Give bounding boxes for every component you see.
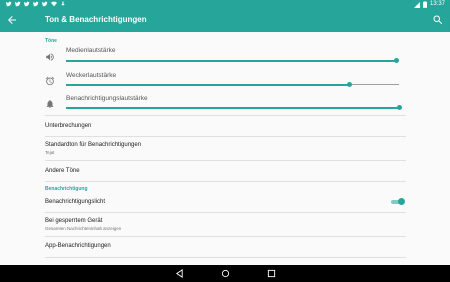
navigation-bar: [0, 265, 450, 282]
slider-thumb[interactable]: [394, 58, 400, 63]
twitter-icon: [24, 1, 30, 7]
notification-light-item[interactable]: Benachrichtigungslicht: [45, 199, 105, 205]
status-indicators: 13:37: [413, 0, 445, 9]
interruptions-item[interactable]: Unterbrechungen: [45, 123, 91, 129]
search-icon[interactable]: [432, 14, 444, 26]
wifi-icon: [51, 1, 57, 7]
divider: [45, 257, 406, 258]
other-tones-item[interactable]: Andere Töne: [45, 168, 80, 174]
twitter-icon: [42, 1, 48, 7]
divider: [45, 212, 406, 213]
slider-thumb[interactable]: [396, 105, 402, 110]
nav-recent-apps-icon[interactable]: [267, 269, 276, 278]
section-header-notifications: Benachrichtigung: [45, 186, 88, 192]
divider: [45, 236, 406, 237]
locked-device-item[interactable]: Bei gesperrtem Gerät: [45, 218, 102, 224]
settings-list: Töne Medienlautstärke Weckerlautstärke B…: [0, 32, 450, 265]
signal-icon: [413, 1, 420, 8]
bell-icon: [46, 100, 54, 109]
slider-fill: [66, 106, 399, 109]
divider: [45, 160, 406, 161]
twitter-icon: [6, 1, 12, 7]
slider-thumb[interactable]: [346, 82, 352, 87]
notification-icons: [6, 1, 66, 7]
slider-fill: [66, 59, 397, 62]
arrow-back-icon[interactable]: [6, 14, 18, 26]
toggle-thumb: [398, 198, 405, 205]
notification-volume-slider[interactable]: [66, 103, 402, 113]
alarm-volume-slider[interactable]: [66, 80, 399, 90]
slider-fill: [66, 83, 350, 86]
clock: 13:37: [429, 1, 445, 7]
nav-home-icon[interactable]: [221, 269, 230, 278]
divider: [45, 181, 406, 182]
media-volume-label: Medienlautstärke: [66, 47, 116, 54]
section-header-tones: Töne: [45, 38, 57, 44]
notification-light-toggle[interactable]: [391, 198, 405, 206]
divider: [45, 136, 406, 137]
default-notification-tone-value: Tejat: [45, 150, 55, 155]
app-bar: Ton & Benachrichtigungen: [0, 9, 450, 32]
media-volume-slider[interactable]: [66, 56, 400, 66]
locked-device-value: Gesamten Nachrichteninhalt anzeigen: [45, 226, 122, 231]
volume-icon: [46, 53, 54, 61]
nav-back-icon[interactable]: [175, 269, 184, 278]
download-icon: [61, 1, 65, 6]
status-bar: 13:37: [0, 0, 450, 9]
alarm-icon: [45, 76, 55, 86]
settings-screen: 13:37 Ton & Benachrichtigungen Töne Medi…: [0, 0, 450, 282]
alarm-volume-label: Weckerlautstärke: [66, 72, 117, 79]
divider: [45, 115, 406, 116]
app-notifications-item[interactable]: App-Benachrichtigungen: [45, 243, 111, 249]
twitter-icon: [15, 1, 21, 7]
page-title: Ton & Benachrichtigungen: [45, 15, 147, 24]
twitter-icon: [33, 1, 39, 7]
notification-volume-label: Benachrichtigungslautstärke: [66, 95, 148, 102]
default-notification-tone-item[interactable]: Standardton für Benachrichtigungen: [45, 142, 141, 148]
battery-icon: [422, 1, 427, 8]
